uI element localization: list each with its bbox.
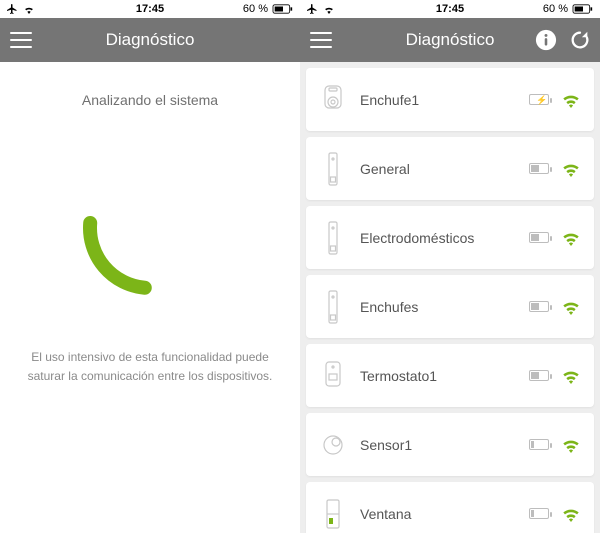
- device-type-icon: [318, 220, 348, 256]
- usage-note: El uso intensivo de esta funcionalidad p…: [20, 348, 280, 386]
- screen-analyzing: 17:45 60 % Diagnóstico Analizando el sis…: [0, 0, 300, 533]
- status-battery-text: 60 %: [543, 3, 568, 15]
- device-type-icon: [318, 496, 348, 532]
- device-row[interactable]: Electrodomésticos: [306, 206, 594, 269]
- progress-spinner: [70, 148, 230, 308]
- device-type-icon: [318, 358, 348, 394]
- status-bar: 17:45 60 %: [300, 0, 600, 18]
- battery-icon: [524, 301, 554, 312]
- device-name: Enchufes: [348, 299, 524, 315]
- wifi-icon: [554, 437, 582, 453]
- menu-button[interactable]: [310, 32, 332, 48]
- wifi-icon: [554, 368, 582, 384]
- status-time: 17:45: [436, 3, 464, 15]
- device-row[interactable]: Termostato1: [306, 344, 594, 407]
- menu-button[interactable]: [10, 32, 32, 48]
- info-icon: [535, 29, 557, 51]
- status-battery-icon: [572, 4, 594, 14]
- airplane-mode-icon: [6, 3, 18, 15]
- device-row[interactable]: Enchufe1 ⚡: [306, 68, 594, 131]
- device-name: Ventana: [348, 506, 524, 522]
- screen-device-list: 17:45 60 % Diagnóstico Enchufe1 ⚡: [300, 0, 600, 533]
- nav-bar: Diagnóstico: [0, 18, 300, 62]
- refresh-button[interactable]: [568, 28, 592, 52]
- wifi-icon: [554, 299, 582, 315]
- battery-icon: [524, 508, 554, 519]
- device-row[interactable]: Sensor1: [306, 413, 594, 476]
- wifi-status-icon: [322, 4, 336, 14]
- wifi-icon: [554, 230, 582, 246]
- battery-icon: [524, 439, 554, 450]
- refresh-icon: [569, 29, 591, 51]
- device-row[interactable]: Enchufes: [306, 275, 594, 338]
- airplane-mode-icon: [306, 3, 318, 15]
- device-name: Electrodomésticos: [348, 230, 524, 246]
- wifi-icon: [554, 92, 582, 108]
- device-name: Sensor1: [348, 437, 524, 453]
- wifi-status-icon: [22, 4, 36, 14]
- battery-icon: [524, 232, 554, 243]
- battery-icon: [524, 370, 554, 381]
- status-battery-icon: [272, 4, 294, 14]
- device-row[interactable]: Ventana: [306, 482, 594, 533]
- info-button[interactable]: [534, 28, 558, 52]
- device-type-icon: [318, 82, 348, 118]
- device-type-icon: [318, 289, 348, 325]
- status-battery-text: 60 %: [243, 3, 268, 15]
- wifi-icon: [554, 161, 582, 177]
- device-name: Enchufe1: [348, 92, 524, 108]
- battery-icon: [524, 163, 554, 174]
- battery-icon: ⚡: [524, 94, 554, 105]
- device-type-icon: [318, 151, 348, 187]
- device-type-icon: [318, 427, 348, 463]
- wifi-icon: [554, 506, 582, 522]
- hamburger-icon: [310, 32, 332, 48]
- status-bar: 17:45 60 %: [0, 0, 300, 18]
- hamburger-icon: [10, 32, 32, 48]
- device-name: Termostato1: [348, 368, 524, 384]
- nav-bar: Diagnóstico: [300, 18, 600, 62]
- status-time: 17:45: [136, 3, 164, 15]
- device-list: Enchufe1 ⚡ General Electrodomésticos Enc…: [300, 62, 600, 533]
- device-name: General: [348, 161, 524, 177]
- analyzing-body: Analizando el sistema El uso intensivo d…: [0, 62, 300, 533]
- page-title: Diagnóstico: [406, 30, 495, 50]
- device-row[interactable]: General: [306, 137, 594, 200]
- page-title: Diagnóstico: [106, 30, 195, 50]
- analyzing-label: Analizando el sistema: [82, 92, 218, 108]
